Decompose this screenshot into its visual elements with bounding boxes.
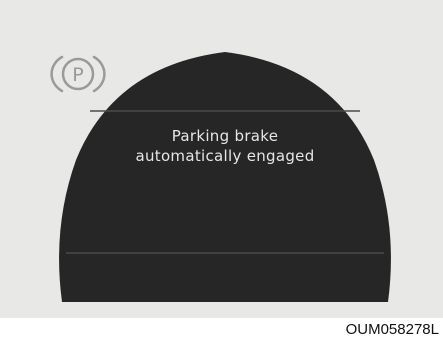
cluster-display: Parking brake automatically engaged P xyxy=(50,52,400,302)
parking-letter: P xyxy=(72,64,83,86)
message-line-1: Parking brake xyxy=(171,127,279,145)
warning-message: Parking brake automatically engaged xyxy=(50,126,400,166)
background-panel: Parking brake automatically engaged P xyxy=(0,0,443,318)
figure-code: OUM058278L xyxy=(345,321,439,338)
parking-brake-icon: P xyxy=(50,55,106,93)
message-line-2: automatically engaged xyxy=(135,147,315,165)
display-background xyxy=(59,52,391,302)
